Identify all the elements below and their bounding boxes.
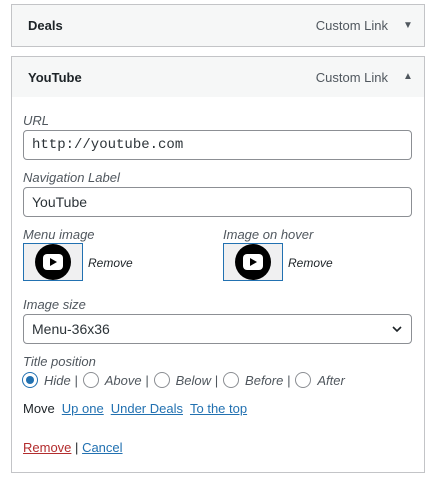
move-to-top-link[interactable]: To the top <box>190 401 247 416</box>
title-position-before[interactable]: Before | <box>223 372 290 388</box>
separator: | <box>75 440 79 455</box>
title-position-hide[interactable]: Hide | <box>22 372 78 388</box>
url-label: URL <box>23 113 50 128</box>
navigation-label-value: YouTube <box>32 194 88 210</box>
title-position-after[interactable]: After <box>295 372 345 388</box>
option-label: After <box>317 372 345 388</box>
move-label: Move <box>23 401 55 416</box>
title-position-label: Title position <box>23 354 96 369</box>
chevron-down-icon <box>392 326 402 333</box>
title-position-group: Hide | Above | Below | Before | After <box>22 371 350 389</box>
hover-image-picker[interactable] <box>223 243 283 281</box>
radio-after[interactable] <box>295 372 312 388</box>
option-label: Below <box>175 372 212 388</box>
remove-item-link[interactable]: Remove <box>23 440 71 455</box>
image-size-value: Menu-36x36 <box>32 321 110 337</box>
option-label: Above <box>104 372 142 388</box>
navigation-label-label: Navigation Label <box>23 170 120 185</box>
remove-hover-image-link[interactable]: Remove <box>288 256 333 270</box>
youtube-icon <box>35 244 71 280</box>
collapse-toggle-icon[interactable]: ▲ <box>402 71 414 83</box>
move-up-one-link[interactable]: Up one <box>62 401 104 416</box>
radio-before[interactable] <box>223 372 240 388</box>
image-size-label: Image size <box>23 297 86 312</box>
radio-hide[interactable] <box>22 372 38 388</box>
menu-item-type: Custom Link <box>315 18 388 33</box>
title-position-above[interactable]: Above | <box>82 372 149 388</box>
menu-item-youtube[interactable]: YouTube Custom Link ▲ <box>11 56 425 98</box>
menu-image-label: Menu image <box>23 227 95 242</box>
menu-item-type: Custom Link <box>315 69 388 85</box>
menu-item-title: Deals <box>28 18 63 33</box>
url-field[interactable]: http://youtube.com <box>23 130 412 160</box>
option-label: Before <box>245 372 284 388</box>
option-label: Hide <box>44 372 71 388</box>
remove-menu-image-link[interactable]: Remove <box>88 256 133 270</box>
radio-above[interactable] <box>82 372 99 388</box>
url-value: http://youtube.com <box>32 137 184 153</box>
menu-item-settings: URL http://youtube.com Navigation Label … <box>11 97 425 473</box>
move-controls: Move Up one Under Deals To the top <box>23 401 247 416</box>
image-size-select[interactable]: Menu-36x36 <box>23 314 412 344</box>
expand-toggle-icon[interactable]: ▼ <box>402 20 414 32</box>
navigation-label-field[interactable]: YouTube <box>23 187 412 217</box>
hover-image-label: Image on hover <box>223 227 314 242</box>
title-position-below[interactable]: Below | <box>153 372 218 388</box>
item-actions: Remove | Cancel <box>23 440 123 455</box>
radio-below[interactable] <box>153 372 170 388</box>
menu-image-picker[interactable] <box>23 243 83 281</box>
menu-item-deals[interactable]: Deals Custom Link ▼ <box>11 4 425 47</box>
cancel-link[interactable]: Cancel <box>82 440 122 455</box>
move-under-deals-link[interactable]: Under Deals <box>111 401 183 416</box>
youtube-icon <box>235 244 271 280</box>
menu-item-title: YouTube <box>28 69 82 85</box>
